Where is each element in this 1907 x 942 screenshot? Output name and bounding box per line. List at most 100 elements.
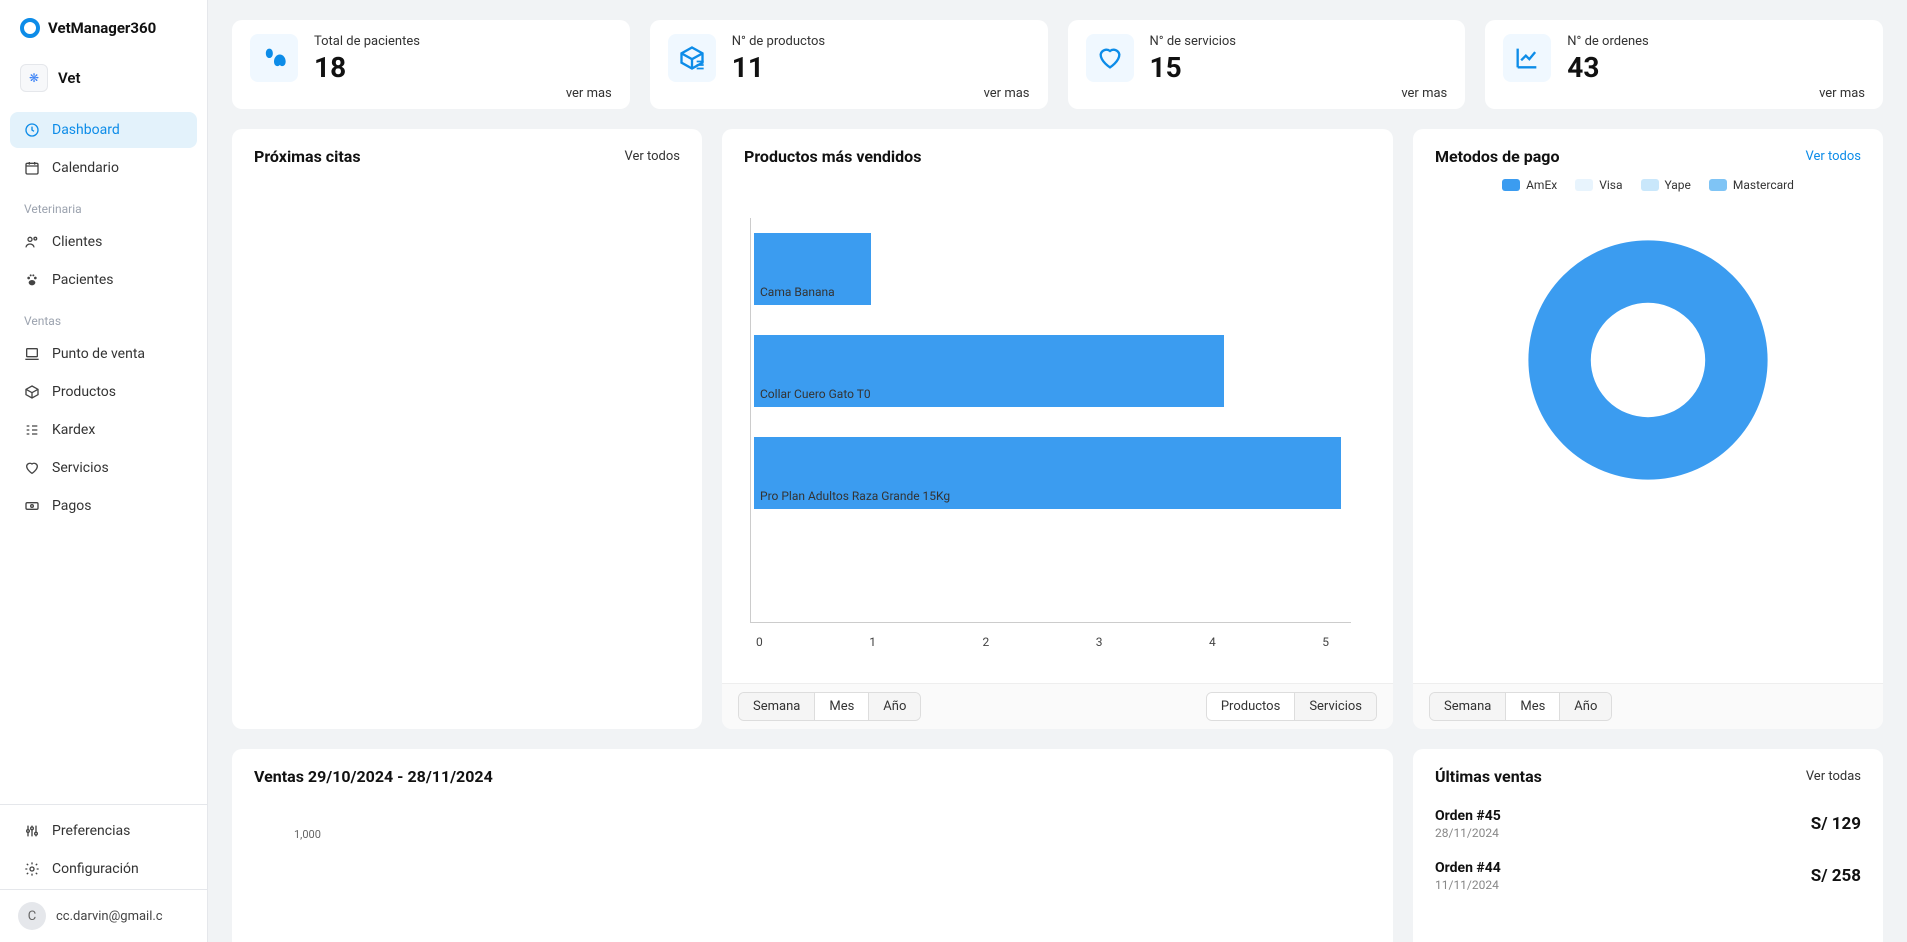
bar: Collar Cuero Gato T0: [754, 335, 1224, 407]
type-segment: Productos Servicios: [1206, 692, 1377, 721]
box-icon: [24, 384, 40, 400]
stat-value: 15: [1150, 51, 1236, 84]
nav-pos[interactable]: Punto de venta: [10, 336, 197, 372]
nav-label: Preferencias: [52, 823, 130, 839]
legend-swatch: [1502, 179, 1520, 191]
x-tick: 1: [869, 635, 876, 649]
nav-label: Servicios: [52, 460, 109, 476]
order-row[interactable]: Orden #4528/11/2024S/ 129: [1435, 798, 1861, 850]
card-title: Últimas ventas: [1435, 767, 1542, 786]
legend-item: Yape: [1641, 178, 1691, 192]
top-products-card: Productos más vendidos Cama Banana Collar…: [722, 129, 1393, 729]
sales-chart-card: Ventas 29/10/2024 - 28/11/2024 1,000: [232, 749, 1393, 942]
card-title: Productos más vendidos: [744, 147, 921, 166]
nav-label: Pagos: [52, 498, 91, 514]
seg-mes[interactable]: Mes: [815, 693, 869, 720]
nav-label: Configuración: [52, 861, 139, 877]
legend-label: Yape: [1665, 178, 1691, 192]
sliders-icon: [24, 823, 40, 839]
seg-ano[interactable]: Año: [869, 693, 920, 720]
seg-ano[interactable]: Año: [1560, 693, 1611, 720]
seg-mes[interactable]: Mes: [1506, 693, 1560, 720]
box-icon: [668, 34, 716, 82]
legend-item: AmEx: [1502, 178, 1557, 192]
stat-value: 43: [1567, 51, 1649, 84]
period-segment: Semana Mes Año: [738, 692, 921, 721]
gear-icon: [24, 861, 40, 877]
legend: AmEx Visa Yape Mastercard: [1502, 178, 1794, 192]
bar: Cama Banana: [754, 233, 871, 305]
pos-icon: [24, 346, 40, 362]
legend-item: Mastercard: [1709, 178, 1794, 192]
legend-label: AmEx: [1526, 178, 1557, 192]
nav-kardex[interactable]: Kardex: [10, 412, 197, 448]
nav-label: Kardex: [52, 422, 95, 438]
stat-link[interactable]: ver mas: [1401, 86, 1447, 101]
x-tick: 0: [756, 635, 763, 649]
stat-link[interactable]: ver mas: [1819, 86, 1865, 101]
pet-icon: [250, 34, 298, 82]
order-title: Orden #45: [1435, 808, 1501, 824]
legend-label: Visa: [1599, 178, 1622, 192]
stat-productos: N° de productos 11 ver mas: [650, 20, 1048, 109]
donut-chart: [1518, 230, 1778, 490]
stat-label: N° de servicios: [1150, 34, 1236, 49]
dashboard-icon: [24, 122, 40, 138]
nav-configuracion[interactable]: Configuración: [10, 851, 197, 887]
seg-semana[interactable]: Semana: [739, 693, 815, 720]
nav-calendar[interactable]: Calendario: [10, 150, 197, 186]
list-icon: [24, 422, 40, 438]
nav-pacientes[interactable]: Pacientes: [10, 262, 197, 298]
nav-clientes[interactable]: Clientes: [10, 224, 197, 260]
bar: Pro Plan Adultos Raza Grande 15Kg: [754, 437, 1341, 509]
latest-sales-card: Últimas ventas Ver todas Orden #4528/11/…: [1413, 749, 1883, 942]
sidebar-bottom: Preferencias Configuración C cc.darvin@g…: [0, 804, 207, 942]
y-tick: 1,000: [254, 798, 1371, 841]
legend-swatch: [1575, 179, 1593, 191]
nav-label: Dashboard: [52, 122, 120, 138]
view-all-link[interactable]: Ver todas: [1806, 769, 1861, 784]
stat-value: 11: [732, 51, 825, 84]
logo-icon: [20, 18, 40, 38]
order-row[interactable]: Orden #4411/11/2024S/ 258: [1435, 850, 1861, 902]
order-title: Orden #44: [1435, 860, 1501, 876]
user-menu[interactable]: C cc.darvin@gmail.c: [0, 889, 207, 942]
seg-productos[interactable]: Productos: [1207, 693, 1295, 720]
legend-item: Visa: [1575, 178, 1622, 192]
card-title: Ventas 29/10/2024 - 28/11/2024: [254, 767, 493, 786]
stat-label: N° de ordenes: [1567, 34, 1649, 49]
payments-card: Metodos de pago Ver todos AmEx Visa Yape Ma…: [1413, 129, 1883, 729]
cash-icon: [24, 498, 40, 514]
nav-label: Punto de venta: [52, 346, 145, 362]
x-tick: 4: [1209, 635, 1216, 649]
paw-icon: [24, 272, 40, 288]
x-tick: 3: [1096, 635, 1103, 649]
nav: Dashboard Calendario Veterinaria Cliente…: [0, 112, 207, 804]
avatar: C: [18, 902, 46, 930]
stat-value: 18: [314, 51, 420, 84]
org-selector[interactable]: ❋ Vet: [0, 54, 207, 112]
nav-pagos[interactable]: Pagos: [10, 488, 197, 524]
nav-dashboard[interactable]: Dashboard: [10, 112, 197, 148]
nav-servicios[interactable]: Servicios: [10, 450, 197, 486]
nav-label: Productos: [52, 384, 116, 400]
seg-semana[interactable]: Semana: [1430, 693, 1506, 720]
nav-productos[interactable]: Productos: [10, 374, 197, 410]
stat-label: Total de pacientes: [314, 34, 420, 49]
view-all-link[interactable]: Ver todos: [624, 149, 680, 164]
stat-link[interactable]: ver mas: [566, 86, 612, 101]
stat-row: Total de pacientes 18 ver mas N° de prod…: [232, 20, 1883, 109]
bar-label: Collar Cuero Gato T0: [760, 387, 871, 401]
stat-link[interactable]: ver mas: [984, 86, 1030, 101]
order-amount: S/ 258: [1811, 866, 1861, 886]
legend-swatch: [1709, 179, 1727, 191]
view-all-link[interactable]: Ver todos: [1805, 149, 1861, 164]
chart-icon: [1503, 34, 1551, 82]
legend-label: Mastercard: [1733, 178, 1794, 192]
nav-label: Calendario: [52, 160, 119, 176]
sidebar: VetManager360 ❋ Vet Dashboard Calendario…: [0, 0, 208, 942]
seg-servicios[interactable]: Servicios: [1295, 693, 1376, 720]
nav-section-sales: Ventas: [10, 300, 197, 336]
nav-preferencias[interactable]: Preferencias: [10, 813, 197, 849]
card-title: Metodos de pago: [1435, 147, 1559, 166]
